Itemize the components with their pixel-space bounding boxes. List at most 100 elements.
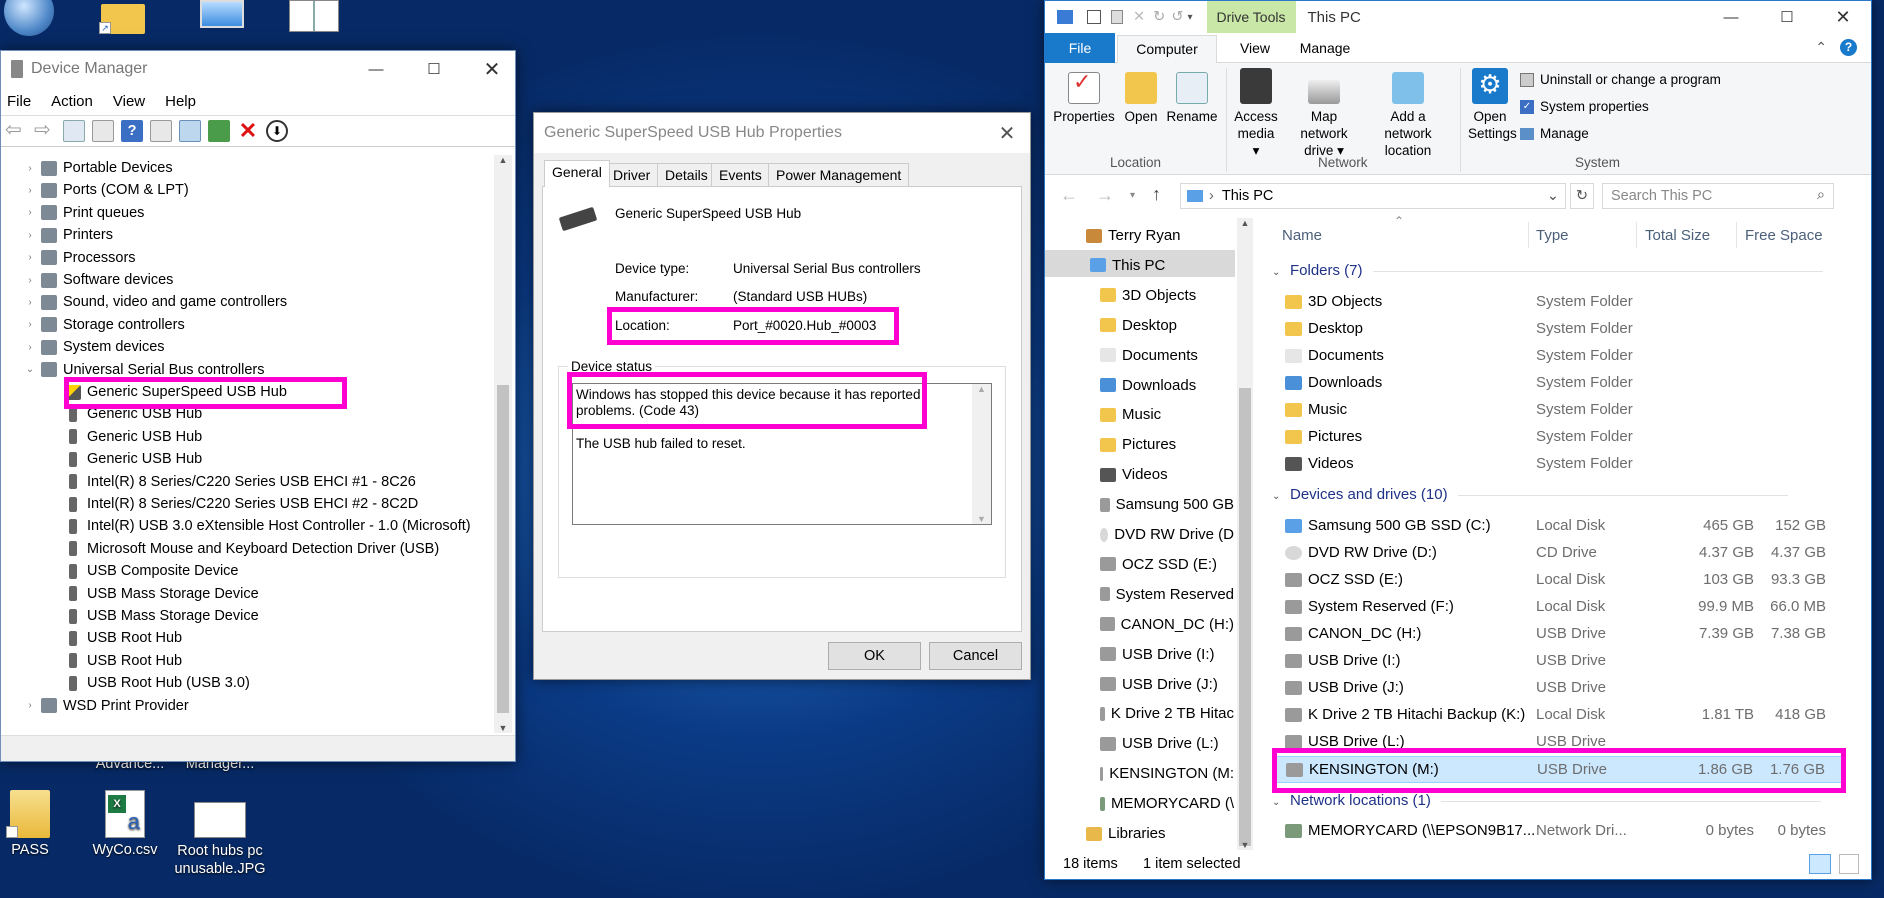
collapsed-chevron-icon[interactable]: › xyxy=(23,207,37,218)
menu-help[interactable]: Help xyxy=(165,93,196,110)
nav-item[interactable]: Downloads xyxy=(1100,373,1234,398)
help-icon[interactable]: ? xyxy=(121,120,143,142)
close-button[interactable]: ✕ xyxy=(1815,1,1871,33)
tree-category[interactable]: › Portable Devices xyxy=(23,157,172,179)
scrollbar-thumb[interactable] xyxy=(1239,388,1251,846)
qat-customize-icon[interactable]: ▾ xyxy=(1187,12,1192,23)
nav-item[interactable]: KENSINGTON (M: xyxy=(1100,761,1234,786)
uninstall-icon[interactable]: ✕ xyxy=(237,120,259,142)
close-button[interactable]: ✕ xyxy=(469,53,515,85)
tree-category[interactable]: › Software devices xyxy=(23,269,173,291)
disable-device-icon[interactable]: ⬇ xyxy=(266,120,288,142)
nav-item[interactable]: Desktop xyxy=(1100,313,1234,338)
manage-button[interactable]: Manage xyxy=(1520,126,1589,141)
nav-item[interactable]: Pictures xyxy=(1100,432,1234,457)
system-properties-button[interactable]: ✓ System properties xyxy=(1520,99,1649,114)
tree-scrollbar[interactable]: ▲ ▼ xyxy=(494,155,512,733)
collapsed-chevron-icon[interactable]: › xyxy=(23,275,37,286)
nav-item[interactable]: USB Drive (L:) xyxy=(1100,731,1234,756)
nav-item[interactable]: Terry Ryan xyxy=(1086,223,1234,248)
desktop-icon-root-hubs[interactable]: Root hubs pc unusable.JPG xyxy=(170,790,270,878)
rename-button[interactable]: Rename xyxy=(1166,72,1218,125)
show-hide-tree-icon[interactable] xyxy=(63,120,85,142)
scroll-up-icon[interactable]: ▲ xyxy=(1237,218,1253,234)
file-row[interactable]: K Drive 2 TB Hitachi Backup (K:) Local Di… xyxy=(1272,702,1846,729)
group-chevron-icon[interactable]: ⌄ xyxy=(1272,797,1290,808)
file-row[interactable]: USB Drive (J:) USB Drive xyxy=(1272,675,1846,702)
tree-device[interactable]: Intel(R) 8 Series/C220 Series USB EHCI #… xyxy=(47,493,418,515)
collapsed-chevron-icon[interactable]: › xyxy=(23,297,37,308)
ribbon-tab-manage[interactable]: Manage xyxy=(1289,33,1361,63)
details-view-icon[interactable] xyxy=(1809,854,1831,874)
file-row[interactable]: Music System Folder xyxy=(1272,397,1846,424)
tree-device[interactable]: Generic USB Hub xyxy=(47,448,202,470)
tree-device[interactable]: USB Root Hub (USB 3.0) xyxy=(47,672,250,694)
collapsed-chevron-icon[interactable]: › xyxy=(23,319,37,330)
menu-action[interactable]: Action xyxy=(51,93,93,110)
scrollbar-thumb[interactable] xyxy=(497,385,509,713)
desktop-icon-top-3[interactable] xyxy=(190,0,250,36)
nav-item[interactable]: USB Drive (I:) xyxy=(1100,642,1234,667)
dialog-close-button[interactable]: ✕ xyxy=(984,117,1030,149)
file-row[interactable]: Videos System Folder xyxy=(1272,451,1846,478)
back-icon[interactable]: ← xyxy=(1060,185,1078,206)
uninstall-program-button[interactable]: Uninstall or change a program xyxy=(1520,72,1721,87)
collapsed-chevron-icon[interactable]: › xyxy=(23,252,37,263)
ribbon-tab-computer[interactable]: Computer xyxy=(1117,35,1217,64)
file-row[interactable]: Downloads System Folder xyxy=(1272,370,1846,397)
group-folders[interactable]: ⌄ Folders (7) xyxy=(1272,262,1823,279)
ribbon-tab-file[interactable]: File xyxy=(1045,33,1115,63)
column-name[interactable]: Name xyxy=(1282,227,1322,244)
group-network[interactable]: ⌄ Network locations (1) xyxy=(1272,792,1821,809)
qat-properties-icon[interactable] xyxy=(1087,10,1101,24)
tree-device[interactable]: USB Mass Storage Device xyxy=(47,605,259,627)
tab-power-management[interactable]: Power Management xyxy=(768,163,910,186)
forward-icon[interactable]: → xyxy=(1096,185,1114,206)
column-type[interactable]: Type xyxy=(1536,227,1569,244)
tree-category[interactable]: › WSD Print Provider xyxy=(23,695,188,717)
column-free-space[interactable]: Free Space xyxy=(1745,227,1823,244)
scroll-up-icon[interactable]: ▲ xyxy=(972,384,991,394)
nav-item[interactable]: CANON_DC (H:) xyxy=(1100,612,1234,637)
nav-item[interactable]: USB Drive (J:) xyxy=(1100,672,1234,697)
qat-new-folder-icon[interactable] xyxy=(1111,10,1123,24)
file-row[interactable]: Pictures System Folder xyxy=(1272,424,1846,451)
desktop-icon-top-4[interactable] xyxy=(285,0,345,36)
desktop-icon-pass[interactable]: PASS xyxy=(0,790,80,858)
back-icon[interactable]: ⇦ xyxy=(5,120,27,142)
status-scrollbar[interactable]: ▲ ▼ xyxy=(972,384,991,524)
map-network-drive-button[interactable]: Map network drive ▾ xyxy=(1284,72,1364,159)
large-icons-view-icon[interactable] xyxy=(1839,854,1859,874)
column-divider[interactable] xyxy=(1736,222,1737,248)
file-row[interactable]: Documents System Folder xyxy=(1272,343,1846,370)
tab-details[interactable]: Details xyxy=(657,163,716,186)
file-row[interactable]: USB Drive (I:) USB Drive xyxy=(1272,648,1846,675)
collapsed-chevron-icon[interactable]: › xyxy=(23,342,37,353)
recent-locations-icon[interactable]: ▾ xyxy=(1130,190,1135,201)
collapsed-chevron-icon[interactable]: › xyxy=(23,230,37,241)
view-icon[interactable] xyxy=(150,120,172,142)
tree-device[interactable]: Microsoft Mouse and Keyboard Detection D… xyxy=(47,538,439,560)
ribbon-tab-view[interactable]: View xyxy=(1225,33,1285,63)
desktop-icon-top-2[interactable]: ↗ xyxy=(95,0,155,36)
properties-button[interactable]: ✓ Properties xyxy=(1052,71,1116,125)
group-chevron-icon[interactable]: ⌄ xyxy=(1272,267,1290,278)
context-tab-drive-tools[interactable]: Drive Tools xyxy=(1206,1,1296,33)
nav-item[interactable]: K Drive 2 TB Hitac xyxy=(1100,701,1234,726)
tab-events[interactable]: Events xyxy=(711,163,770,186)
properties-icon[interactable] xyxy=(92,120,114,142)
file-row[interactable]: OCZ SSD (E:) Local Disk 103 GB 93.3 GB xyxy=(1272,567,1846,594)
desktop-icon-top-1[interactable] xyxy=(0,0,60,36)
scroll-down-icon[interactable]: ▼ xyxy=(972,514,991,524)
column-divider[interactable] xyxy=(1528,222,1529,248)
qat-redo-icon[interactable]: ↻ xyxy=(1153,9,1165,25)
file-row[interactable]: CANON_DC (H:) USB Drive 7.39 GB 7.38 GB xyxy=(1272,621,1846,648)
nav-item[interactable]: This PC xyxy=(1090,253,1234,278)
maximize-button[interactable]: ☐ xyxy=(411,53,457,85)
tree-device[interactable]: USB Mass Storage Device xyxy=(47,583,259,605)
menu-file[interactable]: File xyxy=(7,93,31,110)
tree-category[interactable]: › Sound, video and game controllers xyxy=(23,291,287,313)
cancel-button[interactable]: Cancel xyxy=(929,642,1022,670)
tree-device[interactable]: Intel(R) 8 Series/C220 Series USB EHCI #… xyxy=(47,471,416,493)
update-driver-icon[interactable] xyxy=(208,120,230,142)
